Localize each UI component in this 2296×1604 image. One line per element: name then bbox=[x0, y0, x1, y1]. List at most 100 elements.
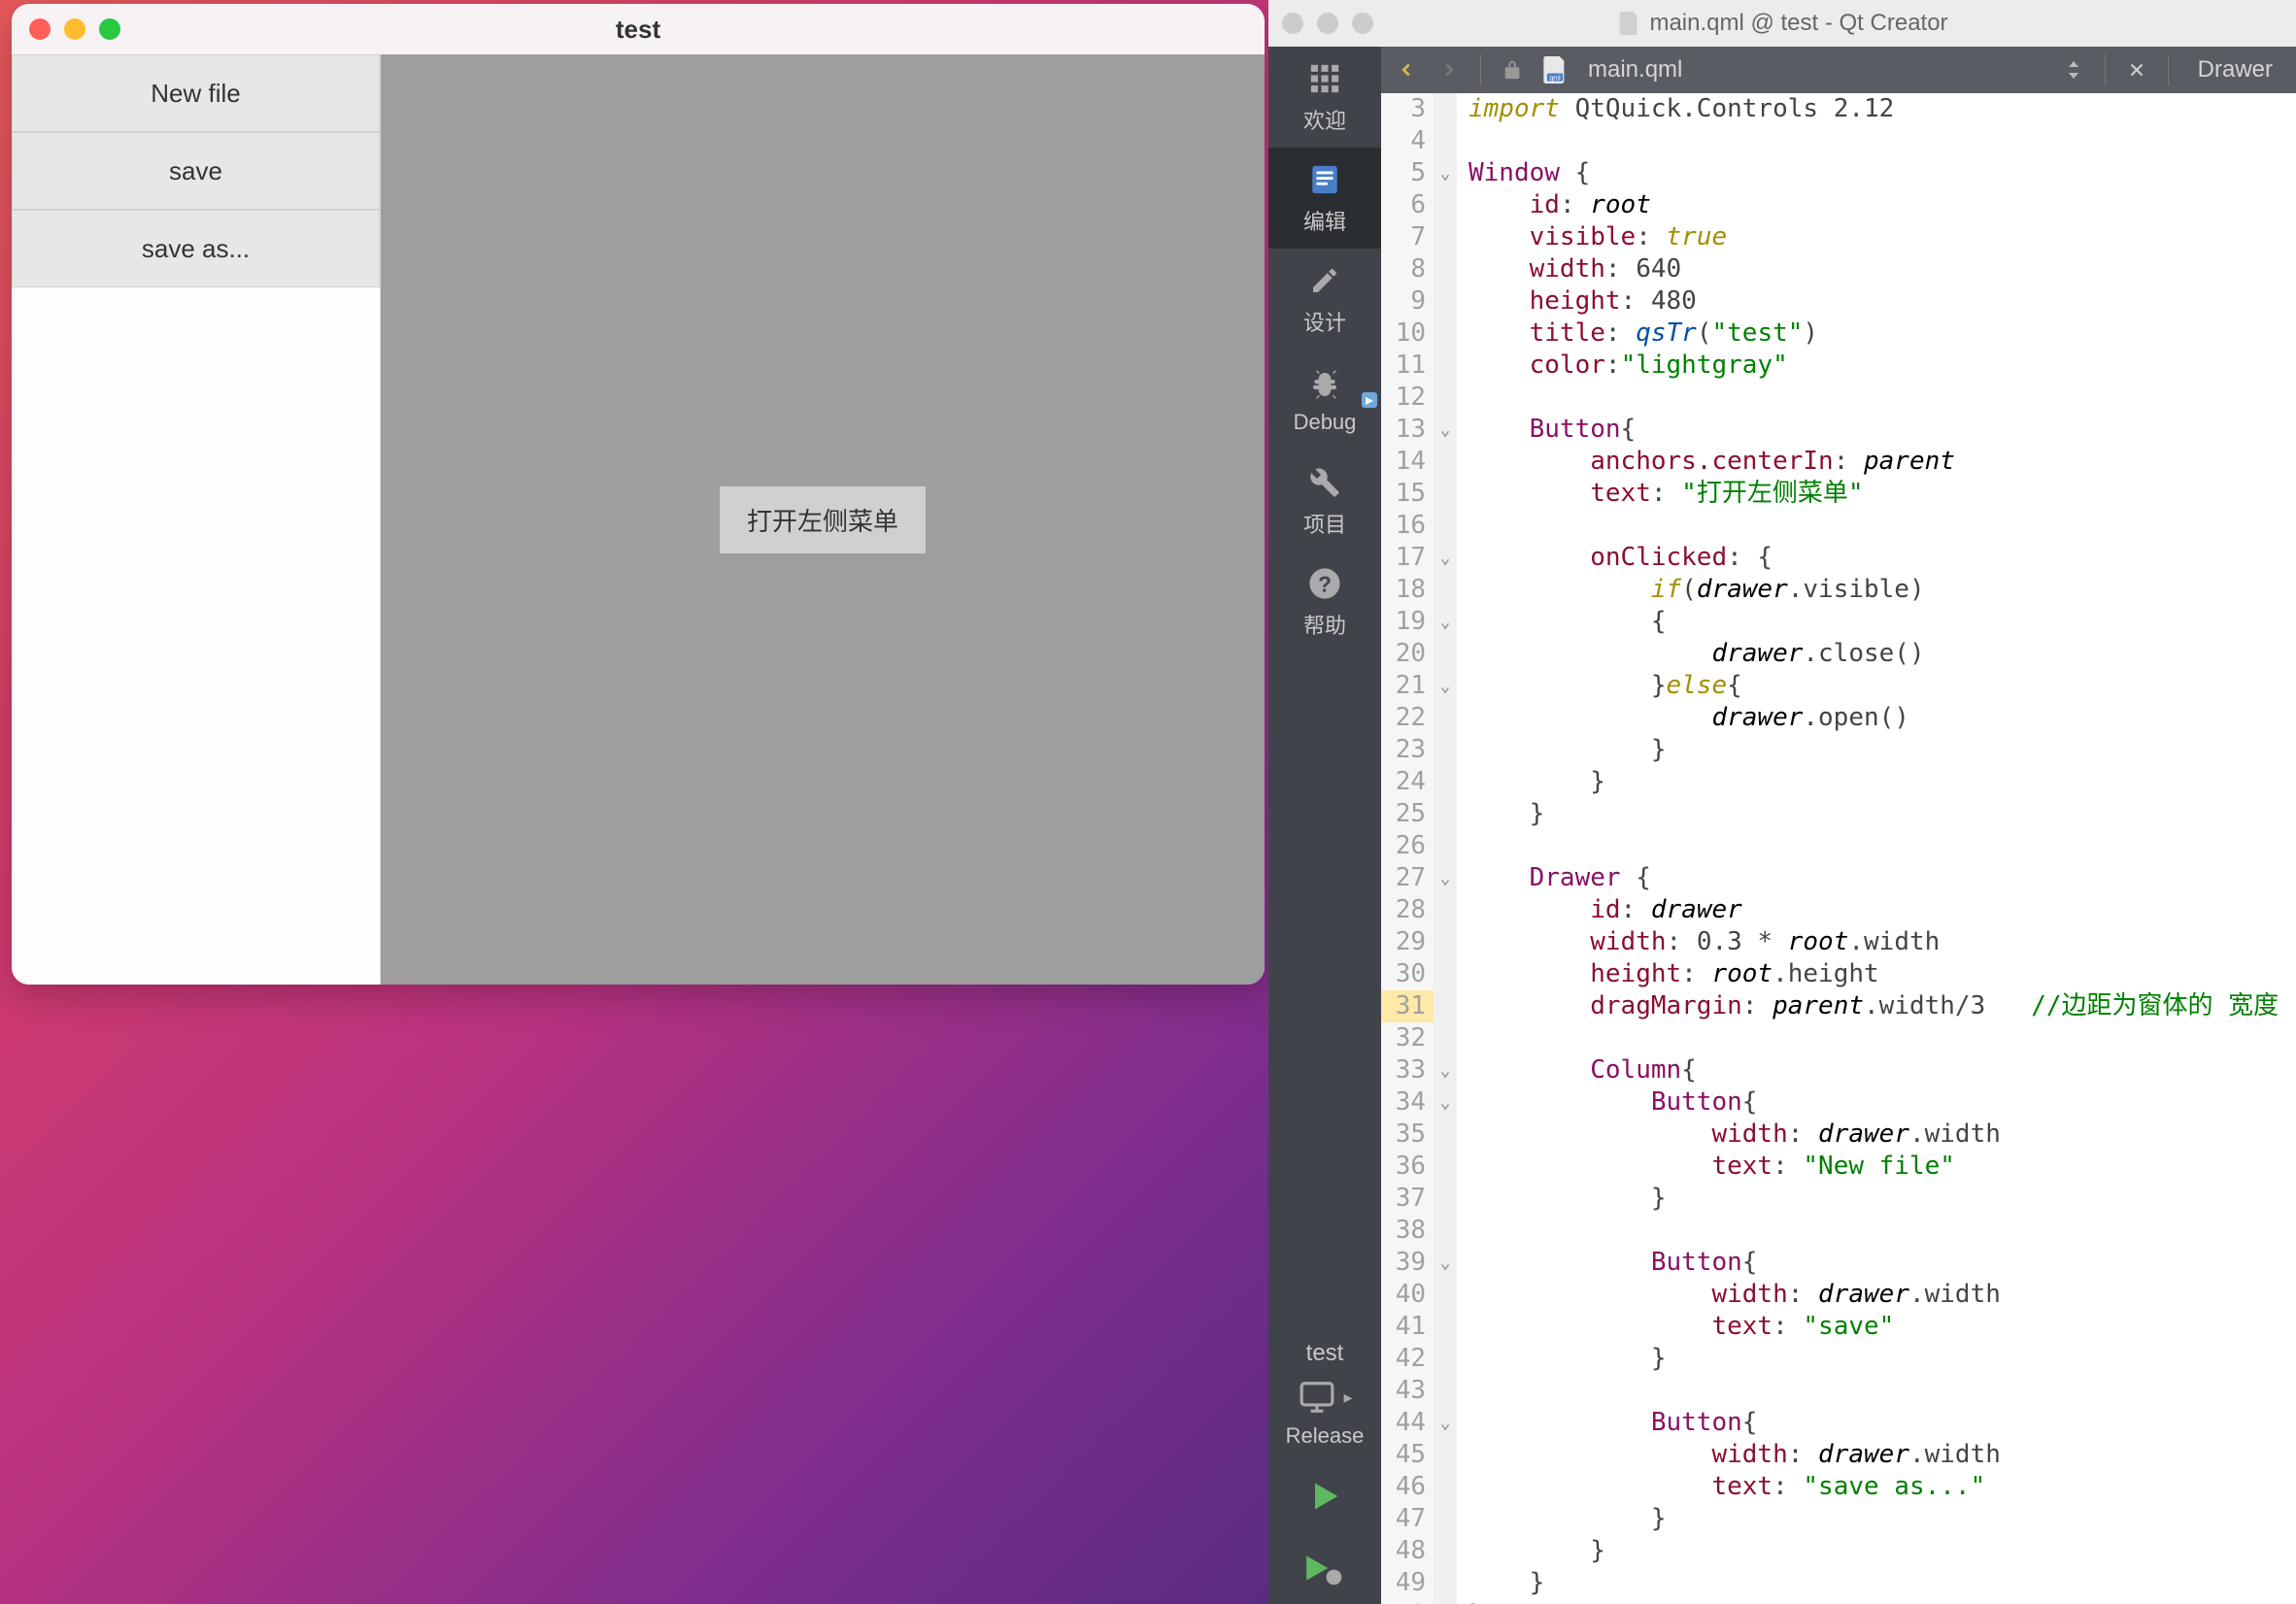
fold-indicator[interactable] bbox=[1434, 382, 1457, 414]
code-line[interactable]: 13⌄ Button{ bbox=[1381, 414, 2296, 446]
code-line[interactable]: 18 if(drawer.visible) bbox=[1381, 574, 2296, 606]
code-line[interactable]: 40 width: drawer.width bbox=[1381, 1279, 2296, 1311]
kit-selector[interactable]: test ▸ Release bbox=[1268, 1332, 1381, 1460]
run-button[interactable] bbox=[1268, 1460, 1381, 1532]
code-line[interactable]: 47 } bbox=[1381, 1503, 2296, 1535]
open-drawer-button[interactable]: 打开左侧菜单 bbox=[720, 486, 926, 553]
fold-indicator[interactable] bbox=[1434, 189, 1457, 221]
code-line[interactable]: 36 text: "New file" bbox=[1381, 1151, 2296, 1183]
nav-back-button[interactable] bbox=[1389, 52, 1424, 87]
fold-indicator[interactable] bbox=[1434, 1599, 1457, 1604]
fold-indicator[interactable] bbox=[1434, 734, 1457, 766]
code-line[interactable]: 10 title: qsTr("test") bbox=[1381, 317, 2296, 350]
fold-indicator[interactable]: ⌄ bbox=[1434, 1054, 1457, 1086]
code-line[interactable]: 27⌄ Drawer { bbox=[1381, 862, 2296, 894]
close-editor-button[interactable] bbox=[2119, 52, 2154, 87]
mode-edit[interactable]: 编辑 bbox=[1268, 148, 1381, 249]
code-line[interactable]: 32 bbox=[1381, 1022, 2296, 1054]
fold-indicator[interactable] bbox=[1434, 221, 1457, 253]
code-line[interactable]: 8 width: 640 bbox=[1381, 253, 2296, 285]
code-line[interactable]: 49 } bbox=[1381, 1567, 2296, 1599]
app-titlebar[interactable]: test bbox=[12, 4, 1265, 54]
code-line[interactable]: 43 bbox=[1381, 1375, 2296, 1407]
symbol-selector[interactable]: Drawer bbox=[2182, 56, 2288, 84]
fold-indicator[interactable]: ⌄ bbox=[1434, 157, 1457, 189]
code-line[interactable]: 15 text: "打开左侧菜单" bbox=[1381, 478, 2296, 510]
fold-indicator[interactable] bbox=[1434, 1375, 1457, 1407]
code-line[interactable]: 35 width: drawer.width bbox=[1381, 1119, 2296, 1151]
code-line[interactable]: 11 color:"lightgray" bbox=[1381, 350, 2296, 382]
code-line[interactable]: 41 text: "save" bbox=[1381, 1311, 2296, 1343]
code-line[interactable]: 5⌄Window { bbox=[1381, 157, 2296, 189]
drawer-item-new-file[interactable]: New file bbox=[12, 54, 380, 132]
fold-indicator[interactable] bbox=[1434, 766, 1457, 798]
code-line[interactable]: 12 bbox=[1381, 382, 2296, 414]
code-line[interactable]: 28 id: drawer bbox=[1381, 894, 2296, 926]
code-line[interactable]: 17⌄ onClicked: { bbox=[1381, 542, 2296, 574]
code-line[interactable]: 6 id: root bbox=[1381, 189, 2296, 221]
code-line[interactable]: 45 width: drawer.width bbox=[1381, 1439, 2296, 1471]
code-line[interactable]: 3import QtQuick.Controls 2.12 bbox=[1381, 93, 2296, 125]
fold-indicator[interactable] bbox=[1434, 317, 1457, 350]
code-line[interactable]: 7 visible: true bbox=[1381, 221, 2296, 253]
code-line[interactable]: 4 bbox=[1381, 125, 2296, 157]
fold-indicator[interactable] bbox=[1434, 894, 1457, 926]
fold-indicator[interactable] bbox=[1434, 285, 1457, 317]
fold-indicator[interactable]: ⌄ bbox=[1434, 542, 1457, 574]
fold-indicator[interactable]: ⌄ bbox=[1434, 670, 1457, 702]
mode-debug[interactable]: ▸ Debug bbox=[1268, 350, 1381, 451]
mode-welcome[interactable]: 欢迎 bbox=[1268, 47, 1381, 148]
fold-indicator[interactable] bbox=[1434, 1119, 1457, 1151]
fold-indicator[interactable] bbox=[1434, 1535, 1457, 1567]
fold-indicator[interactable] bbox=[1434, 1471, 1457, 1503]
fold-indicator[interactable] bbox=[1434, 798, 1457, 830]
code-line[interactable]: 44⌄ Button{ bbox=[1381, 1407, 2296, 1439]
drawer-item-save[interactable]: save bbox=[12, 132, 380, 210]
fold-indicator[interactable] bbox=[1434, 1151, 1457, 1183]
code-line[interactable]: 42 } bbox=[1381, 1343, 2296, 1375]
code-line[interactable]: 37 } bbox=[1381, 1183, 2296, 1215]
fold-indicator[interactable] bbox=[1434, 1183, 1457, 1215]
fold-indicator[interactable] bbox=[1434, 1022, 1457, 1054]
fold-indicator[interactable] bbox=[1434, 510, 1457, 542]
fold-indicator[interactable] bbox=[1434, 702, 1457, 734]
fold-indicator[interactable]: ⌄ bbox=[1434, 606, 1457, 638]
code-line[interactable]: 14 anchors.centerIn: parent bbox=[1381, 446, 2296, 478]
lock-icon[interactable] bbox=[1495, 52, 1530, 87]
minimize-window-button[interactable] bbox=[64, 18, 85, 40]
fold-indicator[interactable] bbox=[1434, 253, 1457, 285]
fold-indicator[interactable] bbox=[1434, 350, 1457, 382]
close-window-button[interactable] bbox=[29, 18, 51, 40]
fold-indicator[interactable] bbox=[1434, 926, 1457, 958]
code-line[interactable]: 46 text: "save as..." bbox=[1381, 1471, 2296, 1503]
fold-indicator[interactable] bbox=[1434, 1343, 1457, 1375]
code-line[interactable]: 9 height: 480 bbox=[1381, 285, 2296, 317]
code-line[interactable]: 34⌄ Button{ bbox=[1381, 1086, 2296, 1119]
minimize-window-button[interactable] bbox=[1317, 13, 1338, 34]
fold-indicator[interactable]: ⌄ bbox=[1434, 1086, 1457, 1119]
maximize-window-button[interactable] bbox=[1352, 13, 1373, 34]
nav-forward-button[interactable] bbox=[1432, 52, 1467, 87]
code-line[interactable]: 22 drawer.open() bbox=[1381, 702, 2296, 734]
fold-indicator[interactable] bbox=[1434, 1279, 1457, 1311]
mode-projects[interactable]: 项目 bbox=[1268, 451, 1381, 551]
fold-indicator[interactable] bbox=[1434, 958, 1457, 990]
code-line[interactable]: 26 bbox=[1381, 830, 2296, 862]
close-window-button[interactable] bbox=[1282, 13, 1303, 34]
maximize-window-button[interactable] bbox=[99, 18, 120, 40]
fold-indicator[interactable]: ⌄ bbox=[1434, 862, 1457, 894]
code-line[interactable]: 48 } bbox=[1381, 1535, 2296, 1567]
run-debug-button[interactable] bbox=[1268, 1532, 1381, 1604]
code-line[interactable]: 16 bbox=[1381, 510, 2296, 542]
fold-indicator[interactable] bbox=[1434, 1567, 1457, 1599]
drawer-item-save-as[interactable]: save as... bbox=[12, 210, 380, 287]
code-line[interactable]: 30 height: root.height bbox=[1381, 958, 2296, 990]
fold-indicator[interactable] bbox=[1434, 990, 1457, 1022]
fold-indicator[interactable] bbox=[1434, 574, 1457, 606]
fold-indicator[interactable] bbox=[1434, 1311, 1457, 1343]
code-line[interactable]: 31 dragMargin: parent.width/3 //边距为窗体的 宽… bbox=[1381, 990, 2296, 1022]
fold-indicator[interactable] bbox=[1434, 1503, 1457, 1535]
mode-help[interactable]: ? 帮助 bbox=[1268, 551, 1381, 652]
code-line[interactable]: 20 drawer.close() bbox=[1381, 638, 2296, 670]
fold-indicator[interactable]: ⌄ bbox=[1434, 1247, 1457, 1279]
